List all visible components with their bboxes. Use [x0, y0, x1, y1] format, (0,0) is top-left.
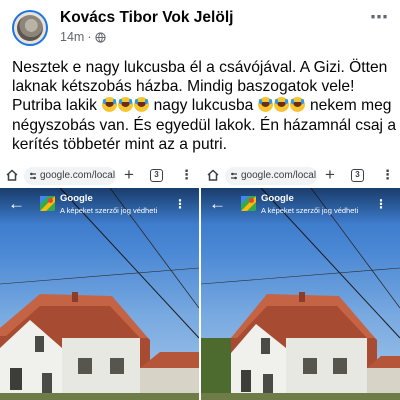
- post-header: Kovács Tibor Vok Jelölj 14m · ⋯: [0, 0, 400, 50]
- google-maps-icon: [241, 196, 256, 211]
- browser-menu-icon[interactable]: ⋮: [381, 166, 394, 184]
- globe-icon: [94, 31, 106, 43]
- screenshot-image-1[interactable]: google.com/local + 3 ⋮ ← Google A képeke…: [0, 164, 199, 400]
- maps-title: Google: [60, 193, 93, 204]
- face-with-tears-of-joy-icon: [101, 97, 117, 113]
- face-with-tears-of-joy-icon: [117, 97, 133, 113]
- face-with-tears-of-joy-icon: [290, 97, 306, 113]
- maps-menu-icon[interactable]: ⋮: [375, 194, 387, 214]
- screenshot-image-2[interactable]: google.com/local + 3 ⋮ ← Google A képeke…: [201, 164, 400, 400]
- back-arrow-icon[interactable]: ←: [8, 194, 28, 214]
- tab-count-button[interactable]: 3: [150, 169, 163, 182]
- new-tab-icon[interactable]: +: [124, 165, 134, 185]
- home-icon[interactable]: [5, 168, 19, 182]
- author-name[interactable]: Kovács Tibor Vok Jelölj: [60, 9, 233, 27]
- post-meta: 14m ·: [60, 30, 106, 44]
- url-bar[interactable]: google.com/local: [24, 167, 116, 185]
- back-arrow-icon[interactable]: ←: [209, 194, 229, 214]
- face-with-tears-of-joy-icon: [274, 97, 290, 113]
- browser-toolbar: google.com/local + 3 ⋮: [201, 164, 400, 188]
- avatar[interactable]: [12, 10, 48, 46]
- post-images[interactable]: google.com/local + 3 ⋮ ← Google A képeke…: [0, 164, 400, 400]
- tab-count-button[interactable]: 3: [351, 169, 364, 182]
- street-view-scene[interactable]: ← Google A képeket szerzői jog védheti ⋮: [201, 188, 400, 400]
- new-tab-icon[interactable]: +: [325, 165, 335, 185]
- post-text-part-2: nagy lukcusba: [149, 97, 258, 115]
- face-with-tears-of-joy-icon: [258, 97, 274, 113]
- maps-overlay-bar: ← Google A képeket szerzői jog védheti ⋮: [0, 188, 199, 224]
- browser-menu-icon[interactable]: ⋮: [180, 166, 193, 184]
- browser-toolbar: google.com/local + 3 ⋮: [0, 164, 199, 188]
- url-text: google.com/local: [241, 170, 317, 181]
- google-maps-icon: [40, 196, 55, 211]
- maps-subtitle: A képeket szerzői jog védheti: [60, 206, 158, 215]
- home-icon[interactable]: [206, 168, 220, 182]
- site-settings-icon: [30, 172, 36, 180]
- maps-subtitle: A képeket szerzői jog védheti: [261, 206, 359, 215]
- url-text: google.com/local: [40, 170, 116, 181]
- post-time[interactable]: 14m: [60, 30, 84, 44]
- post-text: Nesztek e nagy lukcusba él a csávójával.…: [12, 58, 396, 154]
- maps-title: Google: [261, 193, 294, 204]
- street-view-scene[interactable]: ← Google A képeket szerzői jog védheti ⋮: [0, 188, 199, 400]
- url-bar[interactable]: google.com/local: [225, 167, 317, 185]
- site-settings-icon: [231, 172, 237, 180]
- post-more-button[interactable]: ⋯: [370, 8, 388, 28]
- meta-separator: ·: [87, 30, 92, 44]
- maps-menu-icon[interactable]: ⋮: [174, 194, 186, 214]
- face-with-tears-of-joy-icon: [133, 97, 149, 113]
- avatar-image: [17, 15, 43, 41]
- maps-overlay-bar: ← Google A képeket szerzői jog védheti ⋮: [201, 188, 400, 224]
